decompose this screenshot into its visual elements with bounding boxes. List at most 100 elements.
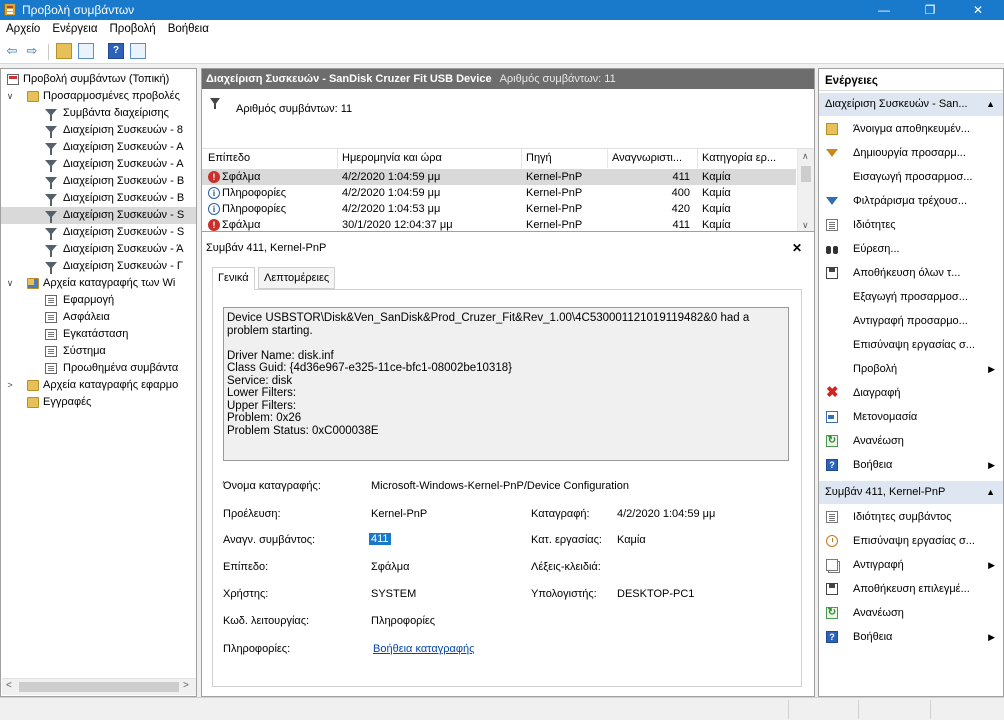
help-icon[interactable]: ? [108, 43, 124, 59]
collapse-chevron-icon[interactable]: ∨ [5, 275, 15, 292]
tab-general[interactable]: Γενικά [212, 267, 255, 290]
event-id-value[interactable]: 411 [369, 533, 391, 545]
action-item[interactable]: Εισαγωγή προσαρμοσ... [819, 165, 1003, 189]
column-header[interactable]: Αναγνωριστι... [608, 149, 698, 168]
tree-item[interactable]: Σύστημα [1, 343, 196, 360]
actions-section-event[interactable]: Συμβάν 411, Kernel-PnP ▲ [819, 481, 1003, 504]
grid-scroll-thumb[interactable] [801, 166, 811, 182]
action-item[interactable]: Αποθήκευση επιλεγμέ... [819, 577, 1003, 601]
action-item[interactable]: ↻ Ανανέωση [819, 429, 1003, 453]
filter-icon [45, 109, 57, 121]
tree-item[interactable]: Προβολή συμβάντων (Τοπική) [1, 71, 196, 88]
action-item[interactable]: Επισύναψη εργασίας σ... [819, 333, 1003, 357]
tree-horizontal-scrollbar[interactable]: < > [2, 678, 196, 695]
description-line: Class Guid: {4d36e967-e325-11ce-bfc1-080… [227, 362, 512, 374]
tab-details[interactable]: Λεπτομέρειες [258, 267, 336, 289]
navigation-tree: Προβολή συμβάντων (Τοπική) ∨ Προσαρμοσμένε… [0, 68, 197, 697]
action-item[interactable]: Αντιγραφή προσαρμο... [819, 309, 1003, 333]
show-hide-actions-icon[interactable] [130, 43, 146, 59]
scroll-thumb[interactable] [19, 682, 179, 692]
action-item[interactable]: Εξαγωγή προσαρμοσ... [819, 285, 1003, 309]
maximize-button[interactable]: ❐ [910, 0, 950, 20]
action-item-label: Επισύναψη εργασίας σ... [853, 339, 975, 351]
column-header[interactable]: Ημερομηνία και ώρα [338, 149, 522, 168]
tree-item[interactable]: Διαχείριση Συσκευών - Β [1, 173, 196, 190]
cell-id: 420 [671, 203, 690, 215]
save-icon [826, 583, 838, 595]
tree-item[interactable]: ∨ Αρχεία καταγραφής των Wi [1, 275, 196, 292]
tree-item[interactable]: > Αρχεία καταγραφής εφαρμο [1, 377, 196, 394]
action-item[interactable]: Ιδιότητες [819, 213, 1003, 237]
event-row[interactable]: i Πληροφορίες 4/2/2020 1:04:53 μμ Kernel-Pn… [202, 201, 796, 217]
tree-item[interactable]: Διαχείριση Συσκευών - 8 [1, 122, 196, 139]
forward-arrow-icon[interactable]: ⇨ [24, 43, 40, 59]
tree-item[interactable]: Εγκατάσταση [1, 326, 196, 343]
event-row[interactable]: i Πληροφορίες 4/2/2020 1:04:59 μμ Kernel-Pn… [202, 185, 796, 201]
menu-action[interactable]: Ενέργεια [46, 20, 103, 35]
filter-icon [45, 143, 57, 155]
action-item[interactable]: ↻ Ανανέωση [819, 601, 1003, 625]
scroll-right-icon[interactable]: > [183, 680, 189, 691]
cell-category: Καμία [702, 219, 731, 231]
action-item-label: Εισαγωγή προσαρμοσ... [853, 171, 973, 183]
action-item[interactable]: Επισύναψη εργασίας σ... [819, 529, 1003, 553]
tree-item[interactable]: Εγγραφές [1, 394, 196, 411]
back-arrow-icon[interactable]: ⇦ [4, 43, 20, 59]
collapse-caret-icon[interactable]: ▲ [986, 93, 995, 116]
collapse-caret-icon[interactable]: ▲ [986, 481, 995, 504]
action-item[interactable]: Άνοιγμα αποθηκευμέν... [819, 117, 1003, 141]
expand-chevron-icon[interactable]: > [5, 377, 15, 394]
tree-item-label: Σύστημα [63, 345, 106, 357]
tree-item-label: Ασφάλεια [63, 311, 110, 323]
event-description[interactable]: Device USBSTOR\Disk&Ven_SanDisk&Prod_Cru… [223, 307, 789, 461]
show-hide-tree-icon[interactable] [78, 43, 94, 59]
tree-item[interactable]: Συμβάντα διαχείρισης [1, 105, 196, 122]
tree-item[interactable]: Διαχείριση Συσκευών - Α [1, 139, 196, 156]
close-window-button[interactable]: ✕ [958, 0, 998, 20]
action-item[interactable]: Φιλτράρισμα τρέχουσ... [819, 189, 1003, 213]
tree-item[interactable]: Διαχείριση Συσκευών - S [1, 224, 196, 241]
tree-item[interactable]: Διαχείριση Συσκευών - Ά [1, 241, 196, 258]
tree-item[interactable]: Διαχείριση Συσκευών - Α [1, 156, 196, 173]
column-header[interactable]: Επίπεδο [204, 149, 338, 168]
action-item[interactable]: Ιδιότητες συμβάντος [819, 505, 1003, 529]
action-item[interactable]: Αντιγραφή ▶ [819, 553, 1003, 577]
description-line: Lower Filters: [227, 387, 297, 399]
close-detail-icon[interactable]: ✕ [792, 239, 802, 257]
action-item[interactable]: Προβολή ▶ [819, 357, 1003, 381]
tree-item[interactable]: ∨ Προσαρμοσμένες προβολές [1, 88, 196, 105]
action-item[interactable]: ? Βοήθεια ▶ [819, 453, 1003, 477]
scroll-left-icon[interactable]: < [6, 680, 12, 691]
event-row[interactable]: ! Σφάλμα 4/2/2020 1:04:59 μμ Kernel-PnP 411 Κ… [202, 169, 796, 185]
column-header[interactable]: Κατηγορία ερ... [698, 149, 798, 168]
tree-item[interactable]: Διαχείριση Συσκευών - Β [1, 190, 196, 207]
scroll-down-icon[interactable]: ∨ [802, 220, 809, 231]
action-item[interactable]: Αποθήκευση όλων τ... [819, 261, 1003, 285]
collapse-chevron-icon[interactable]: ∨ [5, 88, 15, 105]
tree-item[interactable]: Διαχείριση Συσκευών - S [1, 207, 196, 224]
log-name-label: Όνομα καταγραφής: [223, 480, 321, 492]
minimize-button[interactable]: — [864, 0, 904, 20]
action-item[interactable]: Δημιουργία προσαρμ... [819, 141, 1003, 165]
cell-source: Kernel-PnP [526, 203, 583, 215]
action-item[interactable]: Εύρεση... [819, 237, 1003, 261]
action-item[interactable]: ? Βοήθεια ▶ [819, 625, 1003, 649]
scroll-up-icon[interactable]: ∧ [802, 151, 809, 162]
tree-item[interactable]: Εφαρμογή [1, 292, 196, 309]
menu-view[interactable]: Προβολή [104, 20, 162, 35]
menu-help[interactable]: Βοήθεια [162, 20, 215, 35]
grid-vertical-scrollbar[interactable]: ∧ ∨ [797, 149, 814, 231]
actions-section-view[interactable]: Διαχείριση Συσκευών - San... ▲ [819, 93, 1003, 116]
user-value: SYSTEM [371, 588, 417, 600]
tree-item[interactable]: Ασφάλεια [1, 309, 196, 326]
filter-count-text: Αριθμός συμβάντων: 11 [236, 103, 353, 115]
event-log-help-link[interactable]: Βοήθεια καταγραφής [373, 643, 474, 655]
tree-item[interactable]: Προωθημένα συμβάντα [1, 360, 196, 377]
tree-item[interactable]: Διαχείριση Συσκευών - Γ [1, 258, 196, 275]
event-row[interactable]: ! Σφάλμα 30/1/2020 12:04:37 μμ Kernel-PnP 41… [202, 217, 796, 231]
column-header[interactable]: Πηγή [522, 149, 608, 168]
action-item[interactable]: Μετονομασία [819, 405, 1003, 429]
up-folder-icon[interactable] [56, 43, 72, 59]
menu-file[interactable]: Αρχείο [0, 20, 46, 35]
action-item[interactable]: ✖ Διαγραφή [819, 381, 1003, 405]
